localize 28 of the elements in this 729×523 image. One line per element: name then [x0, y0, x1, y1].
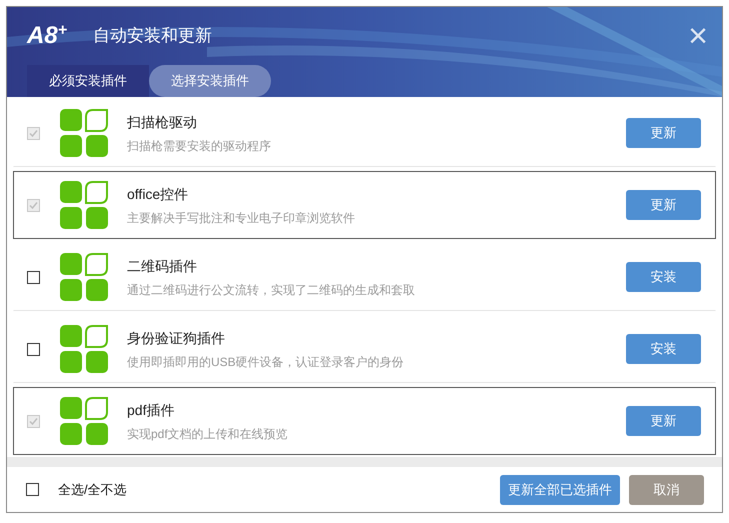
- tab[interactable]: 选择安装插件: [149, 65, 271, 97]
- plugin-description: 通过二维码进行公文流转，实现了二维码的生成和套取: [127, 282, 415, 298]
- plugin-name: office控件: [127, 184, 190, 204]
- checkbox[interactable]: [26, 483, 39, 496]
- tab[interactable]: 必须安装插件: [27, 65, 149, 97]
- plugin-description: 实现pdf文档的上传和在线预览: [127, 426, 288, 442]
- leaf-grid-icon: [60, 253, 108, 301]
- leaf-grid-icon: [60, 181, 108, 229]
- update-all-button[interactable]: 更新全部已选插件: [500, 474, 620, 504]
- plugin-name: 扫描枪驱动: [127, 112, 198, 132]
- plugin-name: 身份验证狗插件: [127, 328, 226, 348]
- cancel-button[interactable]: 取消: [629, 474, 704, 504]
- close-button[interactable]: ×: [688, 19, 708, 53]
- action-button[interactable]: 安装: [626, 334, 701, 364]
- window-title: 自动安装和更新: [93, 25, 212, 48]
- plugin-description: 扫描枪需要安装的驱动程序: [127, 138, 271, 154]
- logo: A8$^{+}$: [27, 24, 68, 48]
- leaf-grid-icon: [60, 109, 108, 157]
- leaf-grid-icon: [60, 325, 108, 373]
- plugin-description: 使用即插即用的USB硬件设备，认证登录客户的身份: [127, 354, 404, 370]
- plugin-name: 二维码插件: [127, 256, 198, 276]
- leaf-grid-icon: [60, 397, 108, 445]
- plugin-name: pdf插件: [127, 400, 176, 420]
- select-all-label: 全选/全不选: [58, 480, 127, 499]
- checkbox[interactable]: [27, 270, 40, 284]
- plugin-description: 主要解决手写批注和专业电子印章浏览软件: [127, 210, 355, 226]
- action-button[interactable]: 安装: [626, 262, 701, 292]
- checkbox[interactable]: [27, 342, 40, 356]
